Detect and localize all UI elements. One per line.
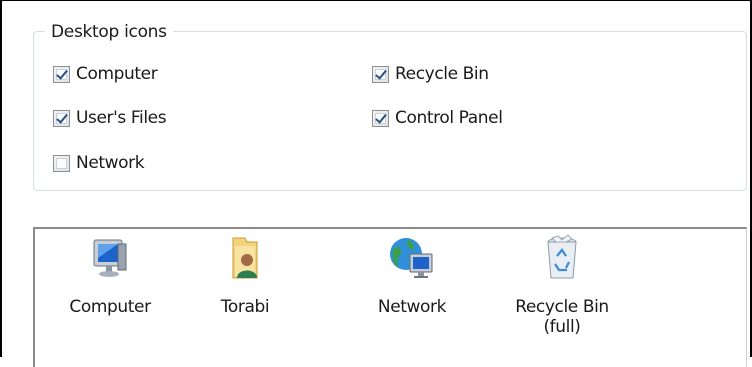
checkbox-network-box[interactable] — [53, 154, 70, 172]
checkbox-recycle-bin-box[interactable] — [372, 65, 389, 83]
computer-icon — [93, 239, 127, 277]
recycle-bin-full-icon — [547, 234, 577, 279]
checkbox-network[interactable]: Network — [53, 152, 145, 174]
checkbox-users-files-label[interactable]: User's Files — [76, 108, 167, 128]
checkbox-computer-box[interactable] — [53, 65, 70, 83]
preview-icon-recycle-bin[interactable]: Recycle Bin (full) — [507, 234, 617, 338]
checkbox-control-panel-box[interactable] — [372, 109, 389, 127]
checkbox-control-panel[interactable]: Control Panel — [372, 107, 503, 129]
checkbox-recycle-bin[interactable]: Recycle Bin — [372, 63, 489, 85]
checkbox-users-files[interactable]: User's Files — [53, 107, 167, 129]
preview-icon-network[interactable]: Network — [357, 234, 467, 318]
checkbox-recycle-bin-label[interactable]: Recycle Bin — [395, 64, 489, 84]
preview-icon-recycle-bin-label-line2: (full) — [543, 317, 581, 337]
preview-icon-network-label: Network — [377, 297, 447, 317]
preview-icon-computer[interactable]: Computer — [55, 234, 165, 318]
user-folder-icon — [232, 237, 258, 279]
checkbox-computer[interactable]: Computer — [53, 63, 158, 85]
desktop-icons-group-label: Desktop icons — [45, 21, 173, 43]
checkbox-control-panel-label[interactable]: Control Panel — [395, 108, 503, 128]
network-icon — [390, 238, 433, 278]
preview-icon-torabi-label: Torabi — [220, 297, 270, 317]
preview-icon-computer-label: Computer — [69, 297, 151, 317]
preview-icon-recycle-bin-label-line1: Recycle Bin — [515, 297, 609, 317]
checkbox-users-files-box[interactable] — [53, 109, 70, 127]
checkbox-computer-label[interactable]: Computer — [76, 64, 158, 84]
checkbox-network-label[interactable]: Network — [76, 153, 145, 173]
preview-icon-user-folder[interactable]: Torabi — [190, 234, 300, 318]
